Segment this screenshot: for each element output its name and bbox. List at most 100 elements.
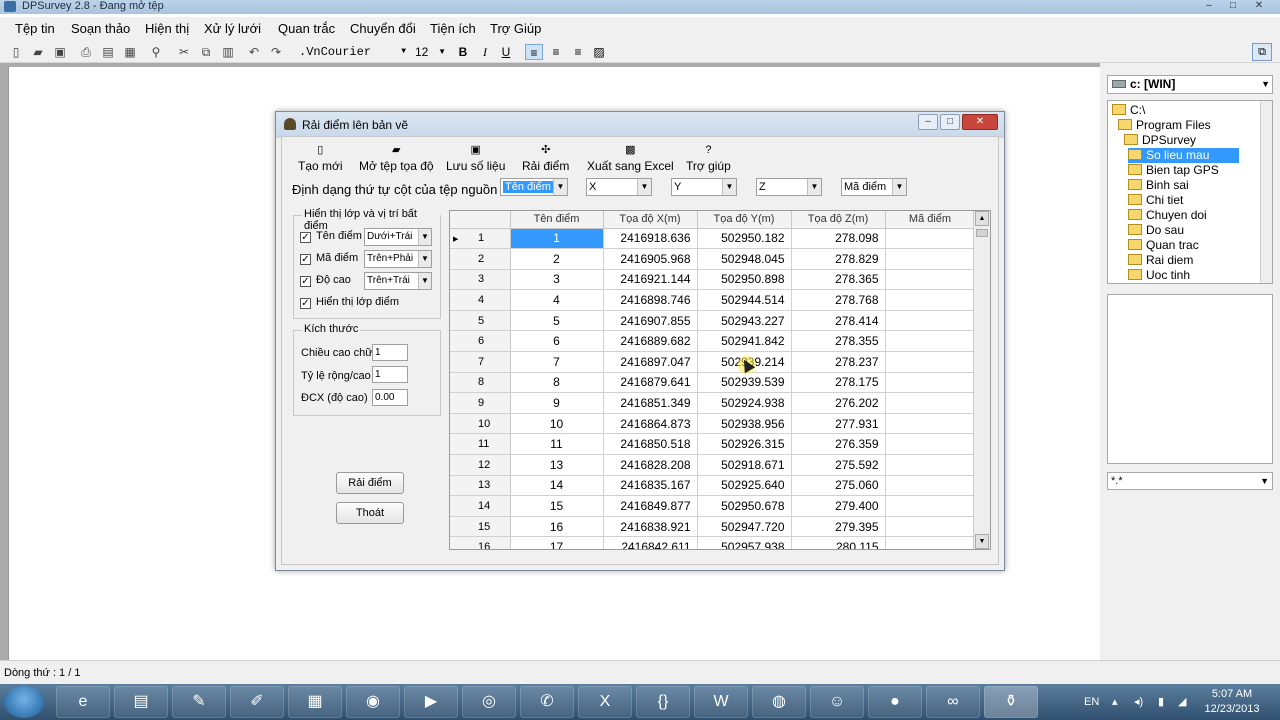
minimize-button[interactable]: –	[1200, 0, 1218, 12]
table-row[interactable]: 5 5 2416907.855 502943.227 278.414	[450, 310, 976, 332]
cell-y[interactable]: 502950.182	[697, 228, 792, 250]
grid-scrollbar[interactable]: ▲ ▼	[973, 211, 990, 549]
column-4-select[interactable]: Z ▼	[756, 178, 822, 196]
cell-y[interactable]: 502941.842	[697, 330, 792, 353]
yahoo-messenger-icon[interactable]: ☺	[810, 686, 864, 718]
plot-button[interactable]: Rải điểm	[336, 472, 404, 494]
new-button[interactable]: ▯ Tạo mới	[298, 143, 343, 173]
cell-code[interactable]	[885, 228, 976, 250]
cell-code[interactable]	[885, 413, 976, 435]
language-indicator[interactable]: EN	[1084, 684, 1099, 720]
code-position-select[interactable]: Trên+Phải ▼	[364, 250, 432, 268]
cell-y[interactable]: 502957.938	[697, 536, 792, 549]
tree-item[interactable]: Do sau	[1128, 223, 1184, 238]
cell-x[interactable]: 2416918.636	[603, 228, 698, 250]
save-icon[interactable]: ▣	[52, 44, 68, 60]
cell-point-name[interactable]: 9	[510, 392, 604, 414]
cell-y[interactable]: 502926.315	[697, 433, 792, 456]
cell-z[interactable]: 275.060	[791, 475, 886, 497]
menu-tien-ich[interactable]: Tiện ích	[430, 21, 476, 36]
tree-item[interactable]: Bien tap GPS	[1128, 163, 1219, 178]
file-list[interactable]	[1107, 294, 1273, 464]
cell-z[interactable]: 279.395	[791, 516, 886, 538]
align-left-icon[interactable]: ≡	[525, 44, 543, 60]
open-coords-button[interactable]: ▰ Mở tệp tọa độ	[359, 143, 434, 173]
table-row[interactable]: 1 ▶ 1 2416918.636 502950.182 278.098	[450, 228, 976, 250]
media-player-icon[interactable]: ▶	[404, 686, 458, 718]
start-button[interactable]	[4, 686, 44, 718]
copy-doc-icon[interactable]: ▦	[122, 44, 138, 60]
column-5-select[interactable]: Mã điểm ▼	[841, 178, 907, 196]
cell-code[interactable]	[885, 454, 976, 476]
exit-button[interactable]: Thoát	[336, 502, 404, 524]
table-row[interactable]: 16 17 2416842.611 502957.938 280.115	[450, 536, 976, 549]
column-1-select[interactable]: Tên điểm ▼	[500, 178, 568, 196]
code-editor-icon[interactable]: {}	[636, 686, 690, 718]
cell-code[interactable]	[885, 495, 976, 517]
show-code-checkbox[interactable]: ✓ Mã điểm	[300, 252, 358, 265]
tree-item[interactable]: DPSurvey	[1124, 133, 1196, 148]
cell-point-name[interactable]: 5	[510, 310, 604, 332]
help-button[interactable]: ? Trợ giúp	[686, 143, 731, 173]
column-header[interactable]: Tọa độ Y(m)	[697, 211, 792, 229]
cell-x[interactable]: 2416897.047	[603, 351, 698, 373]
cell-code[interactable]	[885, 433, 976, 456]
dialog-minimize-button[interactable]: –	[918, 114, 938, 130]
find-icon[interactable]: ⚲	[148, 44, 164, 60]
file-explorer-icon[interactable]: ▤	[114, 686, 168, 718]
cell-x[interactable]: 2416879.641	[603, 372, 698, 394]
cell-code[interactable]	[885, 536, 976, 549]
tree-item[interactable]: Chi tiet	[1128, 193, 1183, 208]
viber-icon[interactable]: ✆	[520, 686, 574, 718]
cell-x[interactable]: 2416905.968	[603, 248, 698, 270]
cell-y[interactable]: 502925.640	[697, 475, 792, 497]
elevation-offset-input[interactable]: 0.00	[372, 389, 408, 406]
cell-point-name[interactable]: 13	[510, 454, 604, 476]
open-folder-icon[interactable]: ▰	[30, 44, 46, 60]
tree-item[interactable]: Quan trac	[1128, 238, 1199, 253]
underline-button[interactable]: U	[497, 44, 515, 60]
tree-item[interactable]: Uoc tinh	[1128, 268, 1190, 283]
tree-item[interactable]: Rai diem	[1128, 253, 1193, 268]
new-file-icon[interactable]: ▯	[8, 44, 24, 60]
cell-y[interactable]: 502948.045	[697, 248, 792, 270]
export-excel-button[interactable]: ▩ Xuất sang Excel	[587, 143, 674, 173]
text-height-input[interactable]: 1	[372, 344, 408, 361]
panel-toggle-icon[interactable]: ⧉	[1252, 43, 1272, 61]
tree-item[interactable]: Chuyen doi	[1128, 208, 1207, 223]
column-header[interactable]: Tọa độ Z(m)	[791, 211, 886, 229]
cell-y[interactable]: 502939.539	[697, 372, 792, 394]
cell-code[interactable]	[885, 351, 976, 373]
cut-icon[interactable]: ✂	[176, 44, 192, 60]
points-grid[interactable]: Tên điểm Tọa độ X(m) Tọa độ Y(m) Tọa độ …	[449, 210, 991, 550]
network-icon[interactable]: ◢	[1178, 684, 1186, 720]
table-row[interactable]: 4 4 2416898.746 502944.514 278.768	[450, 289, 976, 311]
cell-x[interactable]: 2416907.855	[603, 310, 698, 332]
calculator-icon[interactable]: ▦	[288, 686, 342, 718]
cell-x[interactable]: 2416828.208	[603, 454, 698, 476]
tray-arrow-icon[interactable]: ▴	[1112, 684, 1118, 720]
paint-icon[interactable]: ✐	[230, 686, 284, 718]
show-height-checkbox[interactable]: ✓ Độ cao	[300, 274, 351, 287]
cell-point-name[interactable]: 17	[510, 536, 604, 549]
internet-explorer-icon[interactable]: e	[56, 686, 110, 718]
cell-point-name[interactable]: 4	[510, 289, 604, 311]
notepad-icon[interactable]: ✎	[172, 686, 226, 718]
column-header[interactable]: Mã điểm	[885, 211, 976, 229]
cell-x[interactable]: 2416851.349	[603, 392, 698, 414]
cell-point-name[interactable]: 6	[510, 330, 604, 353]
cell-z[interactable]: 278.365	[791, 269, 886, 291]
cell-x[interactable]: 2416898.746	[603, 289, 698, 311]
table-row[interactable]: 10 10 2416864.873 502938.956 277.931	[450, 413, 976, 435]
menu-tro-giup[interactable]: Trợ Giúp	[490, 21, 541, 36]
cell-z[interactable]: 276.202	[791, 392, 886, 414]
cell-point-name[interactable]: 11	[510, 433, 604, 456]
cell-z[interactable]: 278.355	[791, 330, 886, 353]
close-button[interactable]: ✕	[1250, 0, 1268, 12]
cell-z[interactable]: 279.400	[791, 495, 886, 517]
name-position-select[interactable]: Dưới+Trái ▼	[364, 228, 432, 246]
table-row[interactable]: 8 8 2416879.641 502939.539 278.175	[450, 372, 976, 394]
cell-code[interactable]	[885, 330, 976, 353]
cell-x[interactable]: 2416889.682	[603, 330, 698, 353]
table-row[interactable]: 11 11 2416850.518 502926.315 276.359	[450, 433, 976, 456]
